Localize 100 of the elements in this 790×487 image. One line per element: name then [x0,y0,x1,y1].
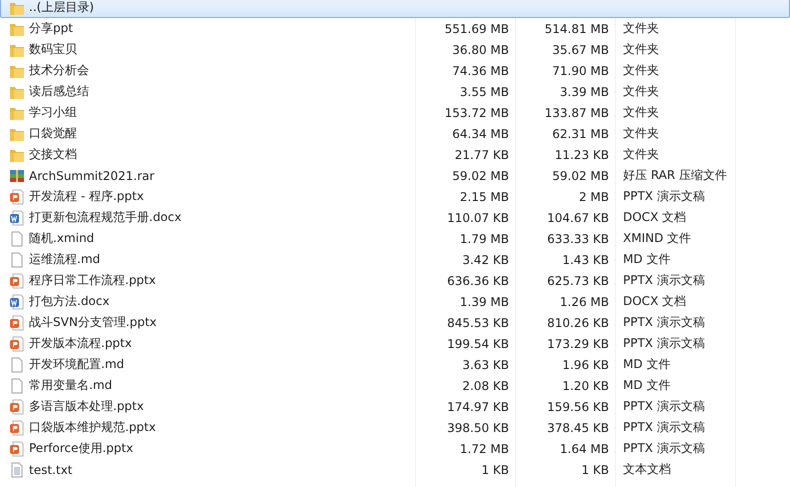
file-type: PPTX 演示文稿 [623,315,705,329]
document-file-icon [9,210,25,226]
file-type: DOCX 文档 [623,210,686,224]
slides-file-icon [9,420,25,436]
file-size: 74.36 MB [452,64,509,78]
folder-icon [9,0,25,16]
file-size: 153.72 MB [444,106,509,120]
file-size: 1 KB [481,462,509,476]
file-name: 打包方法.docx [29,293,110,310]
file-name: 运维流程.md [29,251,100,268]
packed-size: 1.96 KB [562,358,609,372]
file-type: 文件夹 [623,147,659,161]
packed-size: 104.67 KB [547,210,609,224]
file-type: DOCX 文档 [623,294,686,308]
packed-size: 173.29 KB [547,336,609,350]
file-size: 2.08 KB [462,378,509,392]
file-type: 文件夹 [623,42,659,56]
blank-file-icon [9,356,25,372]
file-row[interactable]: 分享ppt 551.69 MB 514.81 MB 文件夹 [0,18,790,39]
file-type: PPTX 演示文稿 [623,399,705,413]
blank-file-icon [9,252,25,268]
file-name: 口袋觉醒 [29,125,77,142]
text-file-icon [9,462,25,478]
file-size: 845.53 KB [447,316,509,330]
file-name: 学习小组 [29,104,77,121]
file-row[interactable]: ..(上层目录) [0,0,790,18]
file-row[interactable]: Perforce使用.pptx 1.72 MB 1.64 MB PPTX 演示文稿 [0,438,790,459]
file-row[interactable]: 读后感总结 3.55 MB 3.39 MB 文件夹 [0,81,790,102]
file-row[interactable]: test.txt 1 KB 1 KB 文本文档 [0,459,790,480]
file-size: 551.69 MB [444,22,509,36]
file-name: 开发环境配置.md [29,356,124,373]
file-size: 3.55 MB [460,84,509,98]
file-row[interactable]: 程序日常工作流程.pptx 636.36 KB 625.73 KB PPTX 演示文稿 [0,270,790,291]
file-row[interactable]: 常用变量名.md 2.08 KB 1.20 KB MD 文件 [0,375,790,396]
packed-size: 159.56 KB [547,400,609,414]
file-row[interactable]: 多语言版本处理.pptx 174.97 KB 159.56 KB PPTX 演示文稿 [0,396,790,417]
packed-size: 1.43 KB [562,252,609,266]
file-row[interactable]: 打更新包流程规范手册.docx 110.07 KB 104.67 KB DOCX 文档 [0,207,790,228]
file-type: 文件夹 [623,105,659,119]
file-row[interactable]: 口袋觉醒 64.34 MB 62.31 MB 文件夹 [0,123,790,144]
file-row[interactable]: 打包方法.docx 1.39 MB 1.26 MB DOCX 文档 [0,291,790,312]
packed-size: 1.64 MB [560,442,609,456]
file-row[interactable]: 技术分析会 74.36 MB 71.90 MB 文件夹 [0,60,790,81]
packed-size: 2 MB [578,190,609,204]
file-type: 文件夹 [623,126,659,140]
slides-file-icon [9,440,25,456]
file-name: 技术分析会 [29,62,89,79]
file-name: 数码宝贝 [29,41,77,58]
file-type: PPTX 演示文稿 [623,336,705,350]
packed-size: 1.20 KB [562,378,609,392]
file-name: 读后感总结 [29,83,89,100]
packed-size: 633.33 KB [547,232,609,246]
file-size: 59.02 MB [452,168,509,182]
file-size: 3.42 KB [462,252,509,266]
file-name: 程序日常工作流程.pptx [29,272,156,289]
file-row[interactable]: 学习小组 153.72 MB 133.87 MB 文件夹 [0,102,790,123]
file-size: 3.63 KB [462,358,509,372]
file-row[interactable]: 口袋版本维护规范.pptx 398.50 KB 378.45 KB PPTX 演示文稿 [0,417,790,438]
file-size: 1.39 MB [460,294,509,308]
file-type: MD 文件 [623,378,670,392]
file-size: 398.50 KB [447,420,509,434]
packed-size: 514.81 MB [544,22,609,36]
file-row[interactable]: ArchSummit2021.rar 59.02 MB 59.02 MB 好压 RAR 压缩文件 [0,165,790,186]
packed-size: 1 KB [581,462,609,476]
packed-size: 3.39 MB [560,84,609,98]
file-type: 好压 RAR 压缩文件 [623,168,728,182]
file-name: 常用变量名.md [29,377,112,394]
file-type: XMIND 文件 [623,231,692,245]
packed-size: 625.73 KB [547,274,609,288]
file-name: test.txt [29,462,72,476]
file-row[interactable]: 数码宝贝 36.80 MB 35.67 MB 文件夹 [0,39,790,60]
file-row[interactable]: 随机.xmind 1.79 MB 633.33 KB XMIND 文件 [0,228,790,249]
archive-icon [9,168,25,184]
file-row[interactable]: 交接文档 21.77 KB 11.23 KB 文件夹 [0,144,790,165]
file-type: 文本文档 [623,462,671,476]
packed-size: 62.31 MB [552,126,609,140]
file-type: MD 文件 [623,252,670,266]
file-type: MD 文件 [623,357,670,371]
file-size: 636.36 KB [447,274,509,288]
file-size: 174.97 KB [447,400,509,414]
file-row[interactable]: 开发版本流程.pptx 199.54 KB 173.29 KB PPTX 演示文稿 [0,333,790,354]
file-row[interactable]: 开发环境配置.md 3.63 KB 1.96 KB MD 文件 [0,354,790,375]
packed-size: 1.26 MB [560,294,609,308]
file-type: 文件夹 [623,84,659,98]
file-row[interactable]: 开发流程 - 程序.pptx 2.15 MB 2 MB PPTX 演示文稿 [0,186,790,207]
slides-file-icon [9,398,25,414]
file-name: 打更新包流程规范手册.docx [29,209,182,226]
file-size: 64.34 MB [452,126,509,140]
file-row[interactable]: 运维流程.md 3.42 KB 1.43 KB MD 文件 [0,249,790,270]
slides-file-icon [9,336,25,352]
blank-file-icon [9,378,25,394]
packed-size: 378.45 KB [547,420,609,434]
file-type: PPTX 演示文稿 [623,420,705,434]
file-type: 文件夹 [623,63,659,77]
slides-file-icon [9,272,25,288]
blank-file-icon [9,230,25,246]
file-row[interactable]: 战斗SVN分支管理.pptx 845.53 KB 810.26 KB PPTX 演示文稿 [0,312,790,333]
file-name: 开发流程 - 程序.pptx [29,188,144,205]
slides-file-icon [9,314,25,330]
file-size: 36.80 MB [452,42,509,56]
